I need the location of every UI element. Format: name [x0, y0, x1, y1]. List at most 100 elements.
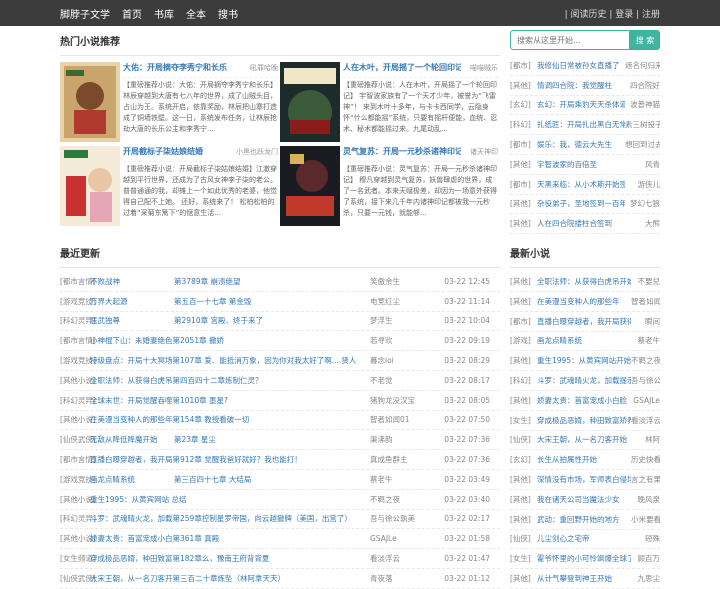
side-row-title[interactable]: 霍爷怀里的小可怜飒爆全球了 [537, 553, 631, 564]
side-list-row: [都市] 我修仙日常被孙女直播了 遮名何归来 [510, 56, 660, 76]
row-book-chapter[interactable]: 全职法师：从获得白虎吊第四百四十二章炼制仁灵？ [90, 375, 370, 386]
side-row-title[interactable]: 长生从拍属性开始 [537, 454, 631, 465]
row-book-chapter[interactable]: 大宋王朝，从一名刀客开第三百二十章炼坠（林阿拿天天） [90, 573, 370, 584]
row-author: 猪狗龙没汉宝 [370, 395, 415, 405]
side-row-title[interactable]: 宇智波家的百倍圣 [537, 159, 625, 170]
row-book-chapter[interactable]: 全球末世：开局觉醒吞噬第1010章 墨星? [90, 395, 370, 406]
row-category: [游戏竞技] [60, 474, 96, 484]
row-book-chapter[interactable]: 小神棍下山：未婚妻绝色第2051章 撒娇 [90, 335, 370, 346]
side-row-title[interactable]: 在美漫当变种人的那些年 [537, 296, 631, 307]
side-row-title[interactable]: 杂役弟子，圣地签到一百年! [537, 198, 625, 209]
row-book-chapter[interactable]: 娇妻太贵：首富宠成小白第361章 真殿 [90, 533, 370, 544]
recent-update-row: [科幻灵异] 斗罗：武魂晴火龙，加载第259章控制星罗帝国，向云越撤牌（美国，出宫… [60, 510, 500, 530]
side-row-title[interactable]: 穿成极品恶婿，种田致富矫养探花 [537, 415, 631, 426]
side-row-author: 想回到过去 [625, 140, 660, 150]
side-row-title[interactable]: 从计气攀登到神王开始 [537, 573, 631, 584]
book-cover-image[interactable] [280, 62, 340, 142]
row-book-title[interactable]: 医武独尊 [90, 315, 174, 326]
nav-library[interactable]: 书库 [154, 6, 174, 21]
book-cover-image[interactable] [60, 62, 120, 142]
row-category: [科幻灵异] [60, 514, 96, 524]
hot-novel-card[interactable]: 开局截标子柒姑娘结婚 小黑也跃龙门 【重磅推荐小说：开局截标子柒姑娘结婚】江澈穿越… [60, 146, 278, 226]
side-row-title[interactable]: 人在四合院搂柱合签到 [537, 218, 625, 229]
book-title[interactable]: 开局截标子柒姑娘结婚 [123, 146, 203, 158]
side-row-title[interactable]: 娱乐：我，德云大先生 [537, 139, 625, 150]
side-list-row: [都市] 直播白曝穿越者，我开局获得造物 瞬间 [510, 312, 660, 332]
book-author: 喵喵贼乐 [470, 64, 498, 72]
side-row-title[interactable]: 娇妻太贵：首富宠成小白脸 [537, 395, 631, 406]
row-chapter-link[interactable]: 第3789章 崩溃绝望 [174, 276, 370, 287]
row-book-chapter[interactable]: 直播白曝穿越者，我开局第912章 觉醒我爸好就好？我也能打！ [90, 454, 370, 465]
row-book-chapter[interactable]: 在美漫当变种人的那些年第154章 教授看破一切 [90, 414, 370, 425]
row-book-title[interactable]: 不败战神 [90, 276, 174, 287]
side-row-title[interactable]: 斗罗：武魂晴火龙，加载提示语 [537, 375, 631, 386]
side-row-title[interactable]: 我在诸天公司当魔法少女 [537, 494, 631, 505]
row-book-title[interactable]: 万界大起源 [90, 296, 174, 307]
row-chapter-link[interactable]: 第2910章 宫殿、终于来了 [174, 315, 370, 326]
side-row-author: 历史快看人 [631, 455, 660, 465]
hot-novel-card[interactable]: 人在木叶，开局摇了一个轮回印记 喵喵贼乐 【重磅推荐小说：人在木叶，开局摇了一个轮… [280, 62, 498, 142]
side-row-category: [科幻] [510, 120, 531, 130]
book-description: 【重磅推荐小说：大佑：开局摘夺李秀宁和长乐】 林辰穿越到大唐有七八年的世界，成了… [123, 77, 278, 132]
side-row-title[interactable]: 画龙点睛系统 [537, 335, 631, 346]
side-row-title[interactable]: 深情没有市场，军师表白侵场 [537, 474, 631, 485]
side-row-category: [其他] [510, 296, 531, 306]
row-book-title[interactable]: 无敌从降低降魔开始 [90, 434, 174, 445]
row-book-chapter[interactable]: 斗罗：武魂晴火龙，加载第259章控制星罗帝国，向云越撤牌（美国，出宫了） [90, 513, 370, 524]
row-author: 智者如闻01 [370, 415, 410, 425]
book-title[interactable]: 灵气复苏：开局一元秒杀诸神印记 [343, 146, 461, 158]
hot-novel-card[interactable]: 大佑：开局摘夺李秀宁和长乐 吼罪哈晚 【重磅推荐小说：大佑：开局摘夺李秀宁和长乐】… [60, 62, 278, 142]
hot-novel-card[interactable]: 灵气复苏：开局一元秒杀诸神印记 诸天神印 【重磅推荐小说：灵气复苏：开局一元秒杀诸… [280, 146, 498, 226]
side-row-title[interactable]: 情调四合院：我觉醒柱 [537, 80, 625, 91]
side-row-title[interactable]: 天黑来临：从小术斯开始签到 [537, 179, 625, 190]
row-author: 电竞红尘 [370, 296, 400, 306]
side-row-author: 蔡老牛 [637, 336, 661, 346]
card-header: 灵气复苏：开局一元秒杀诸神印记 诸天神印 [343, 146, 498, 158]
side-row-title[interactable]: 玄幻：开局乘豹天天杀体道胎 [537, 99, 625, 110]
book-title[interactable]: 人在木叶，开局摇了一个轮回印记 [343, 62, 461, 74]
recent-update-row: [游戏竞技] 万界大起源 第五百一十七章 第金毁 电竞红尘 03-22 11:14 [60, 292, 500, 312]
side-row-title[interactable]: 重生1995：从黄宾网站开始 [537, 355, 631, 366]
row-book-chapter[interactable]: 特级盘点：开局十大冥场第107章 爱、能抵消万象，因为你对我太好了啊....贤人 [90, 355, 370, 366]
side-row-author: 吾与徐公孰 [631, 376, 660, 386]
side-row-category: [其他] [510, 475, 531, 485]
side-list-row: [游戏] 画龙点睛系统 蔡老牛 [510, 332, 660, 352]
side-row-title[interactable]: 儿尘剑心之宅帝 [537, 533, 631, 544]
side-row-title[interactable]: 武动：重回野开始的地方 [537, 514, 631, 525]
row-book-chapter[interactable]: 重生1995：从黄宾网站 总结 [90, 494, 370, 505]
recent-update-row: [都市言情] 不败战神 第3789章 崩溃绝望 笑傲余生 03-22 12:45 [60, 272, 500, 292]
row-author: 暮念ioi [370, 356, 394, 366]
row-chapter-link[interactable]: 第三百四十七章 大结局 [174, 474, 370, 485]
row-chapter-link[interactable]: 第23章 星尘 [174, 434, 370, 445]
nav-home[interactable]: 首页 [122, 6, 142, 21]
search-input[interactable] [510, 30, 630, 50]
side-row-title[interactable]: 全职法师：从获得白虎吊开始 [537, 276, 631, 287]
user-links-text[interactable]: | 阅读历史 | 登录 | 注册 [565, 10, 660, 20]
nav-search[interactable]: 搜书 [218, 6, 238, 21]
book-cover-image[interactable] [280, 146, 340, 226]
book-cover-image[interactable] [60, 146, 120, 226]
row-book-title[interactable]: 画龙点睛系统 [90, 474, 174, 485]
book-author: 小黑也跃龙门 [236, 148, 278, 156]
side-row-category: [女生] [510, 554, 531, 564]
book-title[interactable]: 大佑：开局摘夺李秀宁和长乐 [123, 62, 227, 74]
user-links[interactable]: | 阅读历史 | 登录 | 注册 [565, 7, 660, 20]
right-column: 搜 索 [都市] 我修仙日常被孙女直播了遮名何归来 [其他] 情调四合院：我觉醒柱四合… [510, 26, 660, 589]
nav-complete[interactable]: 全本 [186, 6, 206, 21]
side-row-title[interactable]: 直播白曝穿越者，我开局获得造物 [537, 316, 631, 327]
side-row-title[interactable]: 大宋王朝，从一名刀客开始 [537, 434, 631, 445]
side-row-category: [都市] [510, 179, 531, 189]
card-info: 开局截标子柒姑娘结婚 小黑也跃龙门 【重磅推荐小说：开局截标子柒姑娘结婚】江澈穿越… [123, 146, 278, 216]
site-logo[interactable]: 脚脖子文学 [60, 6, 110, 21]
book-author: 诸天神印 [470, 148, 498, 156]
side-list-row: [其他] 武动：重回野开始的地方小米要看书 [510, 510, 660, 530]
row-author: GSAJLe [370, 534, 397, 544]
search-button[interactable]: 搜 索 [630, 30, 660, 50]
row-book-chapter[interactable]: 穿成极品恶婿，种田致富第182章么，豫南王府背背夏 [90, 553, 370, 564]
row-author: 不老觉 [370, 375, 393, 385]
row-chapter-link[interactable]: 第五百一十七章 第金毁 [174, 296, 370, 307]
side-row-author: 大熊 [645, 219, 660, 229]
side-row-title[interactable]: 扎纸匠：开局扎出黑白无常 [537, 119, 625, 130]
side-row-title[interactable]: 我修仙日常被孙女直播了 [537, 60, 625, 71]
side-row-author: 不要兒 [637, 277, 661, 287]
